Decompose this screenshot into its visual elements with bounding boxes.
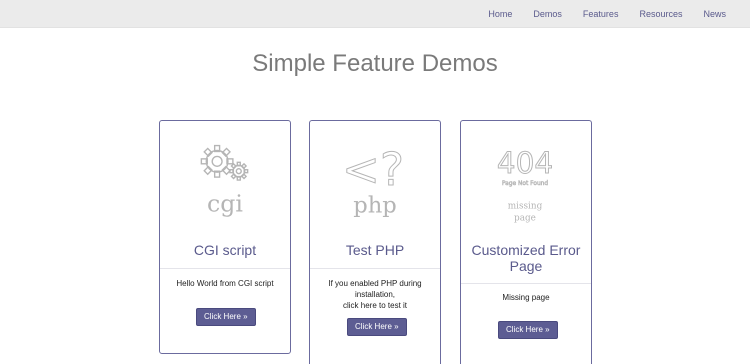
error-page-click-here-button[interactable]: Click Here »	[498, 321, 558, 339]
not-found-code: 404	[497, 146, 553, 180]
not-found-icon: 404 Page Not Found missing page	[496, 146, 553, 224]
card-divider	[160, 268, 290, 269]
card-divider	[310, 268, 440, 269]
card-description: Missing page	[502, 293, 550, 302]
card-title: Customized Error Page	[471, 242, 581, 274]
nav-link-features[interactable]: Features	[583, 9, 619, 19]
card-title: CGI script	[193, 242, 257, 258]
nav-link-news[interactable]: News	[703, 9, 726, 19]
card-description: Hello World from CGI script	[176, 279, 274, 288]
nav-link-demos[interactable]: Demos	[533, 9, 562, 19]
card-cgi-script: cgi CGI script Hello World from CGI scri…	[159, 120, 291, 354]
card-customized-error-page: 404 Page Not Found missing page Customiz…	[460, 120, 592, 364]
php-icon-text: php	[353, 193, 397, 219]
page-title: Simple Feature Demos	[252, 50, 498, 77]
cgi-click-here-button[interactable]: Click Here »	[196, 308, 256, 326]
php-icon: <? php	[342, 142, 405, 219]
cgi-icon-text: cgi	[207, 190, 243, 218]
php-click-here-button[interactable]: Click Here »	[347, 318, 407, 336]
gears-icon: cgi	[200, 144, 249, 218]
not-found-caption: Page Not Found	[502, 181, 549, 187]
nav-link-home[interactable]: Home	[488, 9, 512, 19]
missing-text: missing	[508, 202, 543, 212]
card-divider	[461, 283, 591, 284]
top-navbar: Home Demos Features Resources News	[0, 0, 750, 28]
card-description: If you enabled PHP during installation, …	[328, 279, 422, 310]
nav-link-resources[interactable]: Resources	[639, 9, 682, 19]
card-title: Test PHP	[345, 242, 405, 258]
card-test-php: <? php Test PHP If you enabled PHP durin…	[309, 120, 441, 364]
php-icon-symbol: <?	[342, 143, 404, 196]
nav-links: Home Demos Features Resources News	[467, 0, 726, 28]
page-text: page	[514, 213, 536, 223]
